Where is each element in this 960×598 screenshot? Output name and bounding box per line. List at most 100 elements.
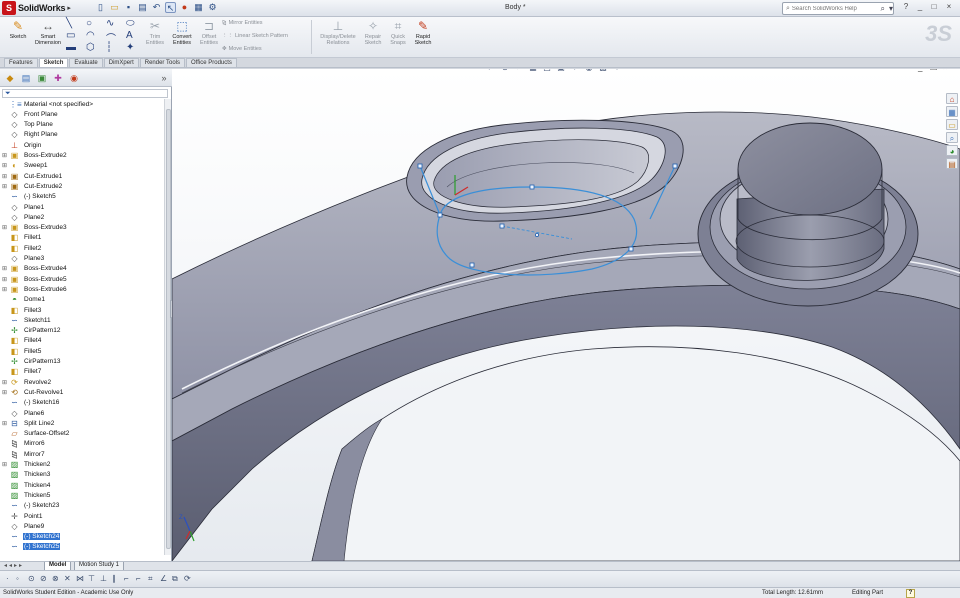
property-manager-tab-icon[interactable]: ▤ — [20, 72, 32, 84]
endpoint-snap-icon[interactable]: ◦ — [16, 574, 19, 583]
vertical-snap-icon[interactable]: ⌐ — [136, 574, 141, 583]
viewport-minimize-button[interactable]: _ — [918, 69, 922, 72]
expand-toggle-icon[interactable]: ⊞ — [0, 379, 9, 386]
previous-view-icon[interactable]: ↩ — [514, 69, 524, 73]
zoom-area-icon[interactable]: ⊕ — [500, 69, 510, 73]
tree-item[interactable]: ▨ Thicken5 — [0, 490, 165, 500]
view-settings-icon[interactable]: ▾ — [612, 69, 622, 73]
search-icon[interactable]: ⌕ — [881, 4, 885, 14]
parallel-snap-icon[interactable]: ∥ — [112, 574, 116, 583]
expand-panel-icon[interactable]: » — [158, 72, 170, 84]
grid-snap-icon[interactable]: ⌗ — [148, 574, 153, 584]
expand-toggle-icon[interactable]: ⊞ — [0, 265, 9, 272]
search-input[interactable] — [791, 5, 877, 12]
tree-item[interactable]: ⊞ ⊟ Split Line2 — [0, 418, 165, 428]
midpoint-snap-icon[interactable]: ⊘ — [40, 574, 47, 583]
perpendicular-snap-icon[interactable]: ⊥ — [100, 574, 107, 583]
polygon-icon[interactable]: ⬡ — [86, 42, 95, 53]
custom-properties-icon[interactable]: ▤ — [946, 158, 958, 169]
intersection-snap-icon[interactable]: ✕ — [64, 574, 71, 583]
tree-item[interactable]: ∽ (-) Sketch16 — [0, 398, 165, 408]
search-dropdown-icon[interactable]: ▾ — [889, 4, 893, 13]
new-document-icon[interactable]: ▯ — [95, 2, 106, 13]
undo-icon[interactable]: ↶ — [151, 2, 162, 13]
appearances-icon[interactable]: ◕ — [946, 145, 958, 156]
design-library-icon[interactable]: ▦ — [946, 106, 958, 117]
centerline-icon[interactable]: ┆ — [106, 42, 112, 53]
tree-item[interactable]: ◧ Fillet1 — [0, 233, 165, 243]
point-snap-icon[interactable]: · — [6, 574, 9, 583]
angle-snap-icon[interactable]: ∠ — [160, 574, 167, 583]
maximize-button[interactable]: □ — [928, 2, 940, 11]
rotate-snap-icon[interactable]: ⟳ — [184, 574, 191, 583]
tab-scroll-arrows-icon[interactable]: ◂◂▸▸ — [4, 562, 24, 569]
zoom-to-fit-icon[interactable]: ⌕ — [486, 69, 496, 73]
expand-toggle-icon[interactable]: ⊞ — [0, 224, 9, 231]
move-entities-button[interactable]: ✥ Move Entities — [222, 46, 262, 52]
tree-item[interactable]: ▨ Thicken3 — [0, 470, 165, 480]
tree-item[interactable]: ◇ Plane1 — [0, 202, 165, 212]
viewport-close-button[interactable]: × — [943, 69, 948, 72]
offset-entities-button[interactable]: ⊐ Offset Entities — [194, 19, 224, 46]
search-results-icon[interactable]: ⌕ — [946, 132, 958, 143]
rectangle-icon[interactable]: ▭ — [66, 30, 75, 41]
snap-settings-icon[interactable]: ⧉ — [172, 574, 178, 584]
tangent-snap-icon[interactable]: ⊤ — [88, 574, 95, 583]
feature-manager-tab-icon[interactable]: ◆ — [4, 72, 16, 84]
convert-entities-button[interactable]: ⬚ Convert Entities — [167, 19, 197, 46]
display-manager-tab-icon[interactable]: ◉ — [68, 72, 80, 84]
slot-icon[interactable]: ▬ — [66, 42, 76, 53]
apply-scene-icon[interactable]: ▨ — [598, 69, 608, 73]
tree-item[interactable]: ⧎ Mirror7 — [0, 449, 165, 459]
tree-item[interactable]: ⊞ ▣ Boss-Extrude2 — [0, 151, 165, 161]
nearest-snap-icon[interactable]: ⋈ — [76, 574, 84, 583]
select-icon[interactable]: ↖ — [165, 2, 176, 13]
tree-item[interactable]: ◧ Fillet4 — [0, 336, 165, 346]
tree-item[interactable]: ◧ Fillet3 — [0, 305, 165, 315]
dimxpert-manager-tab-icon[interactable]: ✚ — [52, 72, 64, 84]
point-tool-icon[interactable]: ✦ — [126, 42, 134, 53]
tree-scrollbar[interactable] — [164, 99, 171, 555]
linear-sketch-pattern-button[interactable]: ⋮⋮ Linear Sketch Pattern — [222, 33, 288, 39]
tree-item[interactable]: ∽ (-) Sketch23 — [0, 501, 165, 511]
expand-toggle-icon[interactable]: ⊞ — [0, 276, 9, 283]
tree-item[interactable]: ⧎ Mirror6 — [0, 439, 165, 449]
expand-toggle-icon[interactable]: ⊞ — [0, 162, 9, 169]
expand-toggle-icon[interactable]: ⊞ — [0, 183, 9, 190]
line-icon[interactable]: ╲ — [66, 18, 72, 29]
tree-item[interactable]: ⊞ ▣ Boss-Extrude3 — [0, 223, 165, 233]
ellipse-icon[interactable]: ⬭ — [126, 18, 135, 29]
help-button[interactable]: ? — [900, 2, 912, 11]
tree-item[interactable]: ◇ Plane9 — [0, 521, 165, 531]
rapid-sketch-button[interactable]: ✎ Rapid Sketch — [408, 19, 438, 46]
save-icon[interactable]: ▪ — [123, 2, 134, 13]
tree-item[interactable]: ⊞ ⟳ Revolve2 — [0, 377, 165, 387]
tree-scrollbar-thumb[interactable] — [166, 109, 171, 549]
tree-item[interactable]: ◇ Right Plane — [0, 130, 165, 140]
tree-item[interactable]: ◓ Dome1 — [0, 295, 165, 305]
tree-item[interactable]: ∽ Sketch11 — [0, 315, 165, 325]
solidworks-resources-icon[interactable]: ⌂ — [946, 93, 958, 104]
tree-item[interactable]: ⊞ ▣ Boss-Extrude5 — [0, 274, 165, 284]
tree-item[interactable]: ✢ CirPattern13 — [0, 357, 165, 367]
smart-dimension-button[interactable]: ↔ Smart Dimension — [33, 19, 63, 46]
arc-icon[interactable]: ◠ — [86, 30, 95, 41]
tree-item[interactable]: ⊞ ▣ Boss-Extrude4 — [0, 264, 165, 274]
expand-toggle-icon[interactable]: ⊞ — [0, 286, 9, 293]
tree-item[interactable]: ▱ Surface-Offset2 — [0, 429, 165, 439]
tree-item[interactable]: ◧ Fillet2 — [0, 243, 165, 253]
help-search[interactable]: ⌕ ⌕ ▾ — [782, 2, 894, 15]
tree-item[interactable]: ◇ Plane3 — [0, 254, 165, 264]
tree-filter[interactable]: ⏷ — [2, 89, 168, 98]
expand-toggle-icon[interactable]: ⊞ — [0, 152, 9, 159]
text-tool-icon[interactable]: A — [126, 30, 133, 41]
app-logo[interactable]: S SolidWorks ▸ — [2, 1, 71, 15]
tree-item[interactable]: ◧ Fillet7 — [0, 367, 165, 377]
expand-toggle-icon[interactable]: ⊞ — [0, 173, 9, 180]
expand-toggle-icon[interactable]: ⊞ — [0, 420, 9, 427]
tree-item[interactable]: ▨ Thicken4 — [0, 480, 165, 490]
expand-toggle-icon[interactable]: ⊞ — [0, 389, 9, 396]
edit-appearance-icon[interactable]: ◉ — [584, 69, 594, 73]
tree-item[interactable]: ◇ Plane2 — [0, 212, 165, 222]
tree-item[interactable]: ⊥ Origin — [0, 140, 165, 150]
